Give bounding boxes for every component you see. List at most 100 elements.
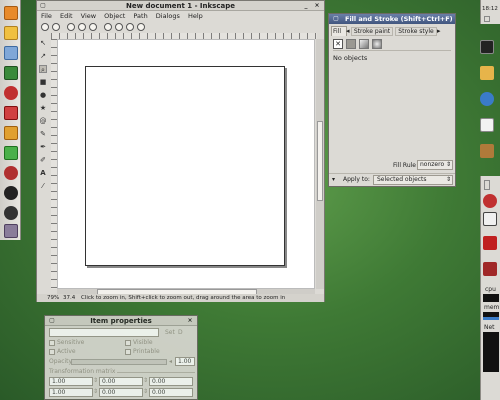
dialog-menu-icon[interactable]: ▢	[332, 15, 340, 23]
spiral-tool-icon[interactable]: @	[39, 117, 47, 125]
clock[interactable]: 18:12	[482, 6, 498, 12]
sensitive-checkbox[interactable]	[49, 340, 55, 346]
item-properties-titlebar[interactable]: ▢ Item properties ×	[45, 316, 197, 326]
package-icon[interactable]	[480, 144, 494, 158]
panel-launcher-icon-4[interactable]	[483, 262, 497, 276]
dock-app-icon-5[interactable]	[4, 86, 18, 100]
menu-path[interactable]: Path	[133, 12, 147, 20]
pen-tool-icon[interactable]: ✒	[39, 143, 47, 151]
menu-view[interactable]: View	[81, 12, 96, 20]
radial-gradient-button[interactable]	[372, 39, 382, 49]
toolbox: ↖ ↗ ⌕ ■ ● ★ @ ✎ ✒ ✐ A ⁄	[38, 39, 49, 291]
calligraphy-tool-icon[interactable]: ✐	[39, 156, 47, 164]
fill-rule-select[interactable]: nonzero ⇕	[417, 160, 453, 170]
menu-file[interactable]: File	[41, 12, 52, 20]
dialog-menu-icon[interactable]: ▢	[48, 317, 56, 325]
dock-app-icon-6[interactable]	[4, 106, 18, 120]
dock-app-icon-2[interactable]	[4, 26, 18, 40]
matrix-e-field[interactable]: 0.00	[99, 388, 143, 397]
matrix-a-spin-icon[interactable]: ⇕	[93, 377, 98, 384]
opacity-decrement-icon[interactable]: ◂	[169, 358, 172, 365]
canvas[interactable]	[57, 39, 315, 289]
menu-object[interactable]: Object	[104, 12, 125, 20]
tab-stroke-style[interactable]: Stroke style	[395, 27, 437, 36]
panel-launcher-icon-3[interactable]	[483, 236, 497, 250]
zoom-field[interactable]: 79%	[47, 294, 59, 302]
dock-app-icon-9[interactable]	[4, 166, 18, 180]
dock-app-icon-12[interactable]	[4, 224, 18, 238]
flat-color-button[interactable]	[346, 39, 356, 49]
right-panel: cpu mem Net	[480, 176, 500, 400]
selector-tool-icon[interactable]: ↖	[39, 39, 47, 47]
close-button[interactable]: ×	[186, 317, 194, 325]
inkscape-titlebar[interactable]: ▢ New document 1 - Inkscape _ ×	[37, 1, 324, 11]
rectangle-tool-icon[interactable]: ■	[39, 78, 47, 86]
menu-help[interactable]: Help	[188, 12, 203, 20]
star-tool-icon[interactable]: ★	[39, 104, 47, 112]
zoom-width-icon[interactable]	[137, 23, 145, 31]
zoom-selection-icon[interactable]	[104, 23, 112, 31]
terminal-icon[interactable]	[480, 40, 494, 54]
matrix-c-field[interactable]: 0.00	[149, 377, 193, 386]
tab-fill[interactable]: Fill	[331, 26, 347, 36]
menu-edit[interactable]: Edit	[60, 12, 73, 20]
dock-app-icon-8[interactable]	[4, 146, 18, 160]
apply-to-select[interactable]: Selected objects ⇕	[373, 175, 453, 185]
matrix-a-field[interactable]: 1.00	[49, 377, 93, 386]
matrix-d-spin-icon[interactable]: ⇕	[93, 388, 98, 395]
zoom-2-1-icon[interactable]	[89, 23, 97, 31]
id-input[interactable]	[49, 328, 159, 337]
apply-to-row: ▾ Apply to: Selected objects ⇕	[329, 173, 455, 185]
panel-handle[interactable]	[484, 180, 490, 190]
vertical-scrollbar[interactable]	[316, 39, 324, 289]
node-tool-icon[interactable]: ↗	[39, 52, 47, 60]
zoom-in-icon[interactable]	[41, 23, 49, 31]
set-button[interactable]: Set	[165, 329, 175, 336]
dock-app-icon-11[interactable]	[4, 206, 18, 220]
zoom-1-1-icon[interactable]	[67, 23, 75, 31]
menu-dialogs[interactable]: Dialogs	[156, 12, 180, 20]
zoom-1-2-icon[interactable]	[78, 23, 86, 31]
vertical-scroll-thumb[interactable]	[317, 121, 323, 201]
linear-gradient-button[interactable]	[359, 39, 369, 49]
panel-launcher-icon-1[interactable]	[483, 194, 497, 208]
tab-scroll-right-icon[interactable]: ▸	[437, 27, 441, 35]
close-button[interactable]: ×	[313, 2, 321, 10]
documents-icon[interactable]	[480, 118, 494, 132]
opacity-slider[interactable]	[71, 359, 167, 365]
fill-stroke-titlebar[interactable]: ▢ Fill and Stroke (Shift+Ctrl+F)	[329, 14, 455, 24]
zoom-page-icon[interactable]	[126, 23, 134, 31]
dock-app-icon-3[interactable]	[4, 46, 18, 60]
matrix-d-field[interactable]: 1.00	[49, 388, 93, 397]
dock-app-icon-10[interactable]	[4, 186, 18, 200]
zoom-tool-icon[interactable]: ⌕	[39, 65, 47, 74]
active-checkbox[interactable]	[49, 349, 55, 355]
globe-icon[interactable]	[480, 92, 494, 106]
opacity-value-field[interactable]: 1.00	[175, 357, 195, 366]
matrix-b-field[interactable]: 0.00	[99, 377, 143, 386]
dock-app-icon-1[interactable]	[4, 6, 18, 20]
ellipse-tool-icon[interactable]: ●	[39, 91, 47, 99]
minimize-button[interactable]: _	[302, 2, 310, 10]
zoom-out-icon[interactable]	[52, 23, 60, 31]
no-paint-button[interactable]: ✕	[333, 39, 343, 49]
visible-checkbox[interactable]	[125, 340, 131, 346]
folder-icon[interactable]	[480, 66, 494, 80]
dock-app-icon-7[interactable]	[4, 126, 18, 140]
zoom-drawing-icon[interactable]	[115, 23, 123, 31]
printable-checkbox[interactable]	[125, 349, 131, 355]
pencil-tool-icon[interactable]: ✎	[39, 130, 47, 138]
matrix-e-spin-icon[interactable]: ⇕	[143, 388, 148, 395]
window-menu-icon[interactable]: ▢	[39, 2, 47, 10]
panel-launcher-icon-2[interactable]	[483, 212, 497, 226]
sensitive-label: Sensitive	[57, 339, 85, 346]
tab-scroll-left-icon[interactable]: ◂	[346, 27, 350, 35]
expand-arrow-icon[interactable]: ▾	[332, 176, 335, 183]
panel-handle[interactable]	[484, 16, 490, 22]
tab-stroke-paint[interactable]: Stroke paint	[351, 27, 393, 36]
dock-app-icon-4[interactable]	[4, 66, 18, 80]
matrix-f-field[interactable]: 0.00	[149, 388, 193, 397]
dropper-tool-icon[interactable]: ⁄	[39, 182, 47, 190]
text-tool-icon[interactable]: A	[39, 169, 47, 177]
matrix-b-spin-icon[interactable]: ⇕	[143, 377, 148, 384]
